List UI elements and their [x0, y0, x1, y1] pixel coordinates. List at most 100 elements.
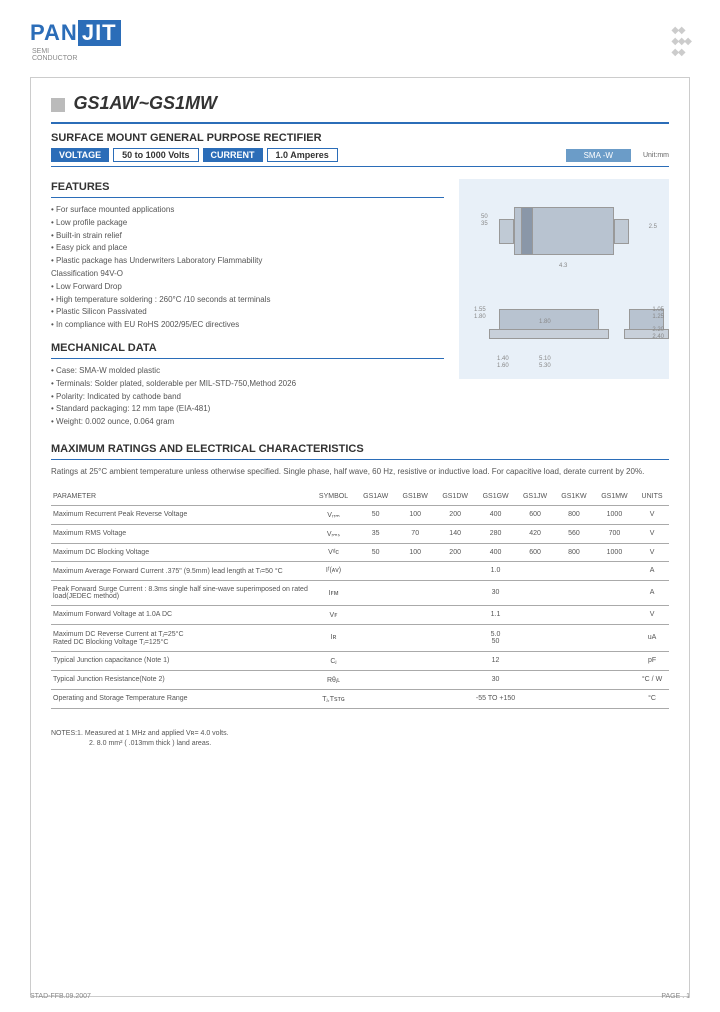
page-number: PAGE . 1 — [661, 993, 690, 1000]
symbol-cell: Rθⱼʟ — [311, 670, 356, 689]
unit-cell: V — [635, 505, 669, 524]
value-cell: 1000 — [594, 543, 635, 561]
divider — [51, 122, 669, 124]
table-header: PARAMETER — [51, 488, 311, 506]
logo-text-pan: PAN — [30, 20, 78, 46]
table-row: Maximum DC Blocking VoltageVᵈᴄ5010020040… — [51, 543, 669, 561]
value-cell: 140 — [435, 524, 475, 543]
symbol-cell: Vᵣᵣₘ — [311, 505, 356, 524]
value-cell: 100 — [395, 543, 435, 561]
dim-label: 2.5 — [649, 224, 657, 230]
footer-date: STAD-FFB.09.2007 — [30, 993, 91, 1000]
table-header: UNITS — [635, 488, 669, 506]
table-header: GS1DW — [435, 488, 475, 506]
unit-cell: pF — [635, 651, 669, 670]
page-header: PAN JIT SEMI CONDUCTOR ◆ ◆◆ ◆ ◆◆ ◆ — [30, 20, 690, 62]
title-block: GS1AW~GS1MW — [51, 93, 669, 114]
mech-item: Polarity: Indicated by cathode band — [51, 391, 444, 404]
feature-item: Plastic Silicon Passivated — [51, 306, 444, 319]
table-header: GS1KW — [554, 488, 594, 506]
page-footer: STAD-FFB.09.2007 PAGE . 1 — [30, 993, 690, 1000]
symbol-cell: Tⱼ,Tꜱᴛɢ — [311, 689, 356, 708]
table-row: Typical Junction capacitance (Note 1)Cⱼ1… — [51, 651, 669, 670]
value-cell: 1.0 — [356, 561, 635, 580]
note-1: NOTES:1. Measured at 1 MHz and applied V… — [51, 729, 669, 740]
content-frame: GS1AW~GS1MW SURFACE MOUNT GENERAL PURPOS… — [30, 77, 690, 997]
features-list: For surface mounted applicationsLow prof… — [51, 204, 444, 332]
unit-cell: A — [635, 580, 669, 605]
current-label: CURRENT — [203, 148, 263, 162]
decorative-dots: ◆ ◆◆ ◆ ◆◆ ◆ — [671, 25, 690, 58]
table-header: GS1GW — [475, 488, 516, 506]
param-cell: Maximum Forward Voltage at 1.0A DC — [51, 605, 311, 624]
mech-item: Standard packaging: 12 mm tape (EIA-481) — [51, 403, 444, 416]
feature-item: Low Forward Drop — [51, 281, 444, 294]
feature-item: Plastic package has Underwriters Laborat… — [51, 255, 444, 268]
symbol-cell: Iʀ — [311, 624, 356, 651]
value-cell: 1000 — [594, 505, 635, 524]
mech-item: Terminals: Solder plated, solderable per… — [51, 378, 444, 391]
table-row: Maximum Average Forward Current .375" (9… — [51, 561, 669, 580]
value-cell: 600 — [516, 543, 554, 561]
value-cell: 50 — [356, 505, 395, 524]
value-cell: 70 — [395, 524, 435, 543]
features-heading: FEATURES — [51, 181, 444, 193]
dim-label: 1.80 — [539, 319, 551, 325]
value-cell: 50 — [356, 543, 395, 561]
unit-cell: uA — [635, 624, 669, 651]
unit-cell: V — [635, 605, 669, 624]
symbol-cell: Cⱼ — [311, 651, 356, 670]
dim-label: 2.20 — [652, 327, 664, 333]
value-cell: 800 — [554, 505, 594, 524]
symbol-cell: Vꜰ — [311, 605, 356, 624]
product-subtitle: SURFACE MOUNT GENERAL PURPOSE RECTIFIER — [51, 132, 669, 144]
table-row: Maximum RMS VoltageVᵣₘₛ35701402804205607… — [51, 524, 669, 543]
value-cell: 5.0 50 — [356, 624, 635, 651]
logo-subtext: SEMI CONDUCTOR — [32, 48, 121, 62]
param-cell: Maximum Average Forward Current .375" (9… — [51, 561, 311, 580]
dim-label: 1.05 — [652, 307, 664, 313]
value-cell: 200 — [435, 543, 475, 561]
table-header: SYMBOL — [311, 488, 356, 506]
unit-cell: °C — [635, 689, 669, 708]
table-row: Maximum DC Reverse Current at Tⱼ=25°C Ra… — [51, 624, 669, 651]
mechanical-list: Case: SMA-W molded plasticTerminals: Sol… — [51, 365, 444, 429]
unit-cell: °C / W — [635, 670, 669, 689]
value-cell: 700 — [594, 524, 635, 543]
feature-item: Low profile package — [51, 217, 444, 230]
param-cell: Typical Junction capacitance (Note 1) — [51, 651, 311, 670]
part-title: GS1AW~GS1MW — [73, 93, 217, 113]
unit-cell: V — [635, 524, 669, 543]
ratings-note: Ratings at 25°C ambient temperature unle… — [51, 466, 669, 478]
table-header: GS1MW — [594, 488, 635, 506]
value-cell: 400 — [475, 543, 516, 561]
left-column: FEATURES For surface mounted application… — [51, 171, 444, 429]
dim-label: 2.40 — [652, 334, 664, 340]
mech-item: Weight: 0.002 ounce, 0.064 gram — [51, 416, 444, 429]
current-value: 1.0 Amperes — [267, 148, 338, 162]
symbol-cell: Iᶠ(ᴀᴠ) — [311, 561, 356, 580]
feature-item: Built-in strain relief — [51, 230, 444, 243]
symbol-cell: Iꜰᴍ — [311, 580, 356, 605]
value-cell: 30 — [356, 580, 635, 605]
brand-logo: PAN JIT SEMI CONDUCTOR — [30, 20, 121, 62]
mechanical-heading: MECHANICAL DATA — [51, 342, 444, 354]
table-row: Maximum Forward Voltage at 1.0A DCVꜰ1.1V — [51, 605, 669, 624]
param-cell: Typical Junction Resistance(Note 2) — [51, 670, 311, 689]
ratings-table: PARAMETERSYMBOLGS1AWGS1BWGS1DWGS1GWGS1JW… — [51, 488, 669, 709]
dim-label: 1.40 — [497, 356, 509, 362]
table-row: Peak Forward Surge Current : 8.3ms singl… — [51, 580, 669, 605]
table-row: Maximum Recurrent Peak Reverse VoltageVᵣ… — [51, 505, 669, 524]
param-cell: Maximum DC Blocking Voltage — [51, 543, 311, 561]
dim-label: 4.3 — [559, 263, 567, 269]
ratings-heading: MAXIMUM RATINGS AND ELECTRICAL CHARACTER… — [51, 443, 669, 455]
voltage-label: VOLTAGE — [51, 148, 109, 162]
param-cell: Maximum DC Reverse Current at Tⱼ=25°C Ra… — [51, 624, 311, 651]
footnotes: NOTES:1. Measured at 1 MHz and applied V… — [51, 729, 669, 750]
value-cell: 600 — [516, 505, 554, 524]
value-cell: 200 — [435, 505, 475, 524]
package-tag: SMA -W — [566, 149, 631, 162]
value-cell: 560 — [554, 524, 594, 543]
title-marker — [51, 98, 65, 112]
dim-label: 1.25 — [652, 314, 664, 320]
